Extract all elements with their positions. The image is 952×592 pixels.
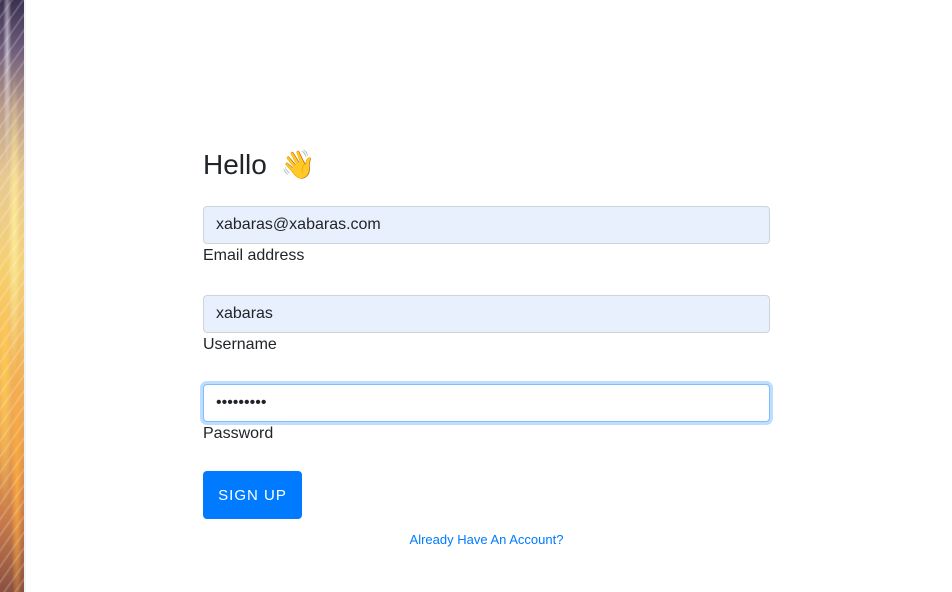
- email-field-group: Email address: [203, 206, 770, 267]
- password-label: Password: [203, 425, 274, 442]
- page-title-text: Hello: [203, 149, 267, 180]
- username-field[interactable]: [203, 295, 770, 333]
- side-divider: [24, 0, 26, 592]
- username-field-group: Username: [203, 295, 770, 356]
- sign-up-button[interactable]: SIGN UP: [203, 471, 302, 519]
- side-background-image: [0, 0, 24, 592]
- page-title: Hello 👋: [203, 146, 770, 184]
- already-have-account-link[interactable]: Already Have An Account?: [410, 532, 564, 547]
- signup-form: Hello 👋 Email address Username Password …: [203, 146, 770, 549]
- password-field[interactable]: [203, 384, 770, 422]
- password-field-group: Password: [203, 384, 770, 445]
- email-label: Email address: [203, 247, 305, 264]
- email-field[interactable]: [203, 206, 770, 244]
- username-label: Username: [203, 336, 277, 353]
- waving-hand-icon: 👋: [280, 149, 316, 180]
- login-link-row: Already Have An Account?: [203, 531, 770, 549]
